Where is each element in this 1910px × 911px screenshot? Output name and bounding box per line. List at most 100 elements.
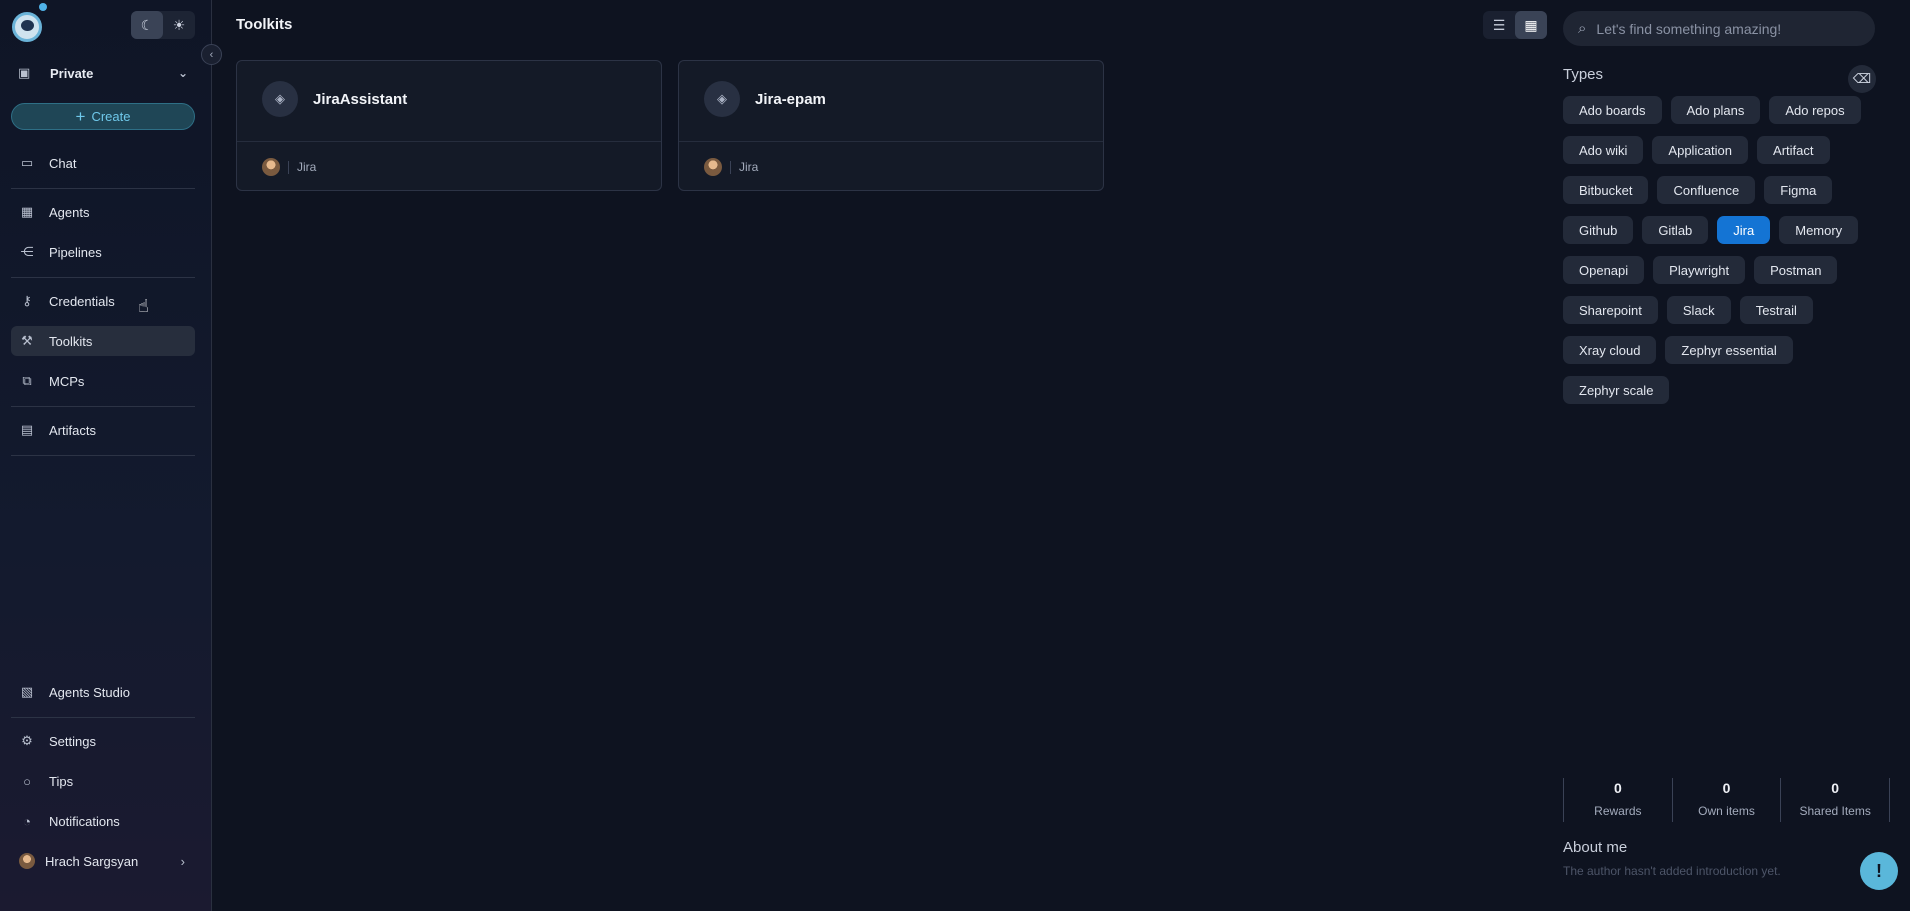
card-type: Jira [739, 160, 759, 174]
moon-icon[interactable]: ☾ [131, 11, 163, 39]
sidebar-item-chat[interactable]: ▭ Chat [11, 148, 195, 178]
clear-filter-icon[interactable]: ⌫ [1848, 65, 1876, 93]
grid-view-icon[interactable]: ▦ [1515, 11, 1547, 39]
stat-value: 0 [1613, 780, 1622, 796]
wrench-icon: ⚒ [21, 333, 33, 348]
user-menu[interactable]: Hrach Sargsyan › [11, 846, 195, 876]
types-title: Types [1563, 66, 1604, 83]
stat-own-items: 0 Own items [1671, 778, 1781, 822]
pipeline-icon: ⋲ [20, 244, 34, 259]
sidebar-item-label: MCPs [49, 373, 85, 389]
type-chip[interactable]: Openapi [1563, 256, 1645, 284]
toolkit-card[interactable]: ◈ Jira-epam Jira [678, 60, 1104, 191]
mcp-icon: ⧉ [22, 373, 32, 388]
footer-separator [288, 160, 289, 174]
sidebar-item-tips[interactable]: ○ Tips [11, 766, 195, 796]
card-footer: Jira [704, 158, 758, 176]
view-toggle: ☰ ▦ [1483, 11, 1547, 39]
type-chip[interactable]: Ado repos [1769, 96, 1861, 124]
sidebar-item-artifacts[interactable]: ▤ Artifacts [11, 415, 195, 445]
chevron-down-icon: ⌄ [177, 66, 188, 80]
type-chip[interactable]: Github [1563, 216, 1634, 244]
about-text: The author hasn't added introduction yet… [1563, 864, 1781, 878]
stat-value: 0 [1831, 780, 1840, 796]
sidebar-item-label: Pipelines [49, 244, 102, 260]
stat-label: Shared Items [1799, 804, 1871, 818]
type-chip[interactable]: Gitlab [1642, 216, 1709, 244]
sidebar-item-toolkits[interactable]: ⚒ Toolkits [11, 326, 195, 356]
sidebar-item-label: Artifacts [49, 422, 96, 438]
toolkit-card[interactable]: ◈ JiraAssistant Jira [236, 60, 662, 191]
sidebar-divider [11, 406, 195, 407]
sidebar-item-label: Agents [49, 204, 90, 220]
type-chip[interactable]: Testrail [1739, 296, 1813, 324]
sidebar-item-settings[interactable]: ⚙ Settings [11, 726, 195, 756]
page-title: Toolkits [236, 16, 293, 33]
card-divider [237, 141, 661, 142]
create-label: Create [91, 109, 131, 124]
type-chip[interactable]: Figma [1764, 176, 1833, 204]
stat-rewards: 0 Rewards [1563, 778, 1672, 822]
type-chip[interactable]: Ado plans [1670, 96, 1761, 124]
type-chip[interactable]: Artifact [1757, 136, 1830, 164]
type-chip[interactable]: Ado wiki [1563, 136, 1644, 164]
sidebar-divider [11, 188, 195, 189]
app-logo[interactable] [12, 12, 42, 42]
sidebar-item-mcps[interactable]: ⧉ MCPs [11, 366, 195, 396]
artifact-icon: ▤ [20, 422, 34, 437]
type-chip[interactable]: Playwright [1653, 256, 1746, 284]
sidebar-item-label: Agents Studio [49, 684, 130, 700]
feedback-chat-icon[interactable]: ! [1860, 852, 1898, 890]
chat-icon: ▭ [20, 155, 34, 170]
type-chip[interactable]: Memory [1779, 216, 1859, 244]
type-chip[interactable]: Slack [1666, 296, 1731, 324]
sidebar-item-agents[interactable]: ▦ Agents [11, 197, 195, 227]
sidebar-item-label: Tips [49, 773, 74, 789]
type-chip[interactable]: Ado boards [1563, 96, 1662, 124]
logo-status-dot [39, 3, 47, 11]
avatar [704, 158, 722, 176]
toolkit-diamond-icon: ◈ [704, 81, 740, 117]
key-icon: ⚷ [22, 293, 32, 308]
studio-icon: ▧ [20, 684, 34, 699]
sidebar-item-label: Notifications [49, 813, 120, 829]
type-chip[interactable]: Xray cloud [1563, 336, 1657, 364]
type-chip[interactable]: Sharepoint [1563, 296, 1658, 324]
sidebar-divider [11, 455, 195, 456]
type-chip[interactable]: Postman [1754, 256, 1838, 284]
collapse-sidebar-button[interactable]: ‹ [201, 44, 222, 65]
toolkit-diamond-icon: ◈ [262, 81, 298, 117]
user-name: Hrach Sargsyan [45, 853, 139, 869]
avatar [19, 853, 35, 869]
about-title: About me [1563, 839, 1628, 856]
grid-icon: ▦ [20, 204, 34, 219]
sidebar-item-agents-studio[interactable]: ▧ Agents Studio [11, 677, 195, 707]
search-box: ⌕ [1563, 11, 1875, 46]
sun-icon[interactable]: ☀ [163, 11, 195, 39]
chevron-right-icon: › [180, 853, 185, 869]
card-title: Jira-epam [755, 91, 826, 108]
search-icon: ⌕ [1578, 20, 1587, 37]
type-chip[interactable]: Bitbucket [1563, 176, 1649, 204]
sidebar-item-pipelines[interactable]: ⋲ Pipelines [11, 237, 195, 267]
project-selector[interactable]: ▣ Private ⌄ [10, 58, 194, 88]
stat-shared-items: 0 Shared Items [1780, 778, 1891, 822]
stat-label: Rewards [1594, 804, 1642, 818]
type-chip[interactable]: Application [1652, 136, 1749, 164]
type-chip[interactable]: Zephyr essential [1665, 336, 1793, 364]
sidebar-item-notifications[interactable]: ◔ Notifications [11, 806, 195, 836]
sidebar-divider [11, 277, 195, 278]
type-chip-selected[interactable]: Jira [1717, 216, 1771, 244]
sidebar-item-label: Credentials [49, 293, 115, 309]
list-view-icon[interactable]: ☰ [1483, 11, 1515, 39]
hand-cursor-icon: ☝ [138, 296, 149, 316]
stat-label: Own items [1698, 804, 1755, 818]
bulb-icon: ○ [23, 773, 31, 789]
create-button[interactable]: + Create [11, 103, 195, 130]
type-chip[interactable]: Zephyr scale [1563, 376, 1670, 404]
sidebar-item-label: Chat [49, 155, 77, 171]
search-input[interactable] [1596, 20, 1847, 37]
type-chip[interactable]: Confluence [1657, 176, 1756, 204]
bell-icon: ◔ [23, 813, 31, 829]
sidebar-item-credentials[interactable]: ⚷ Credentials [11, 286, 195, 316]
